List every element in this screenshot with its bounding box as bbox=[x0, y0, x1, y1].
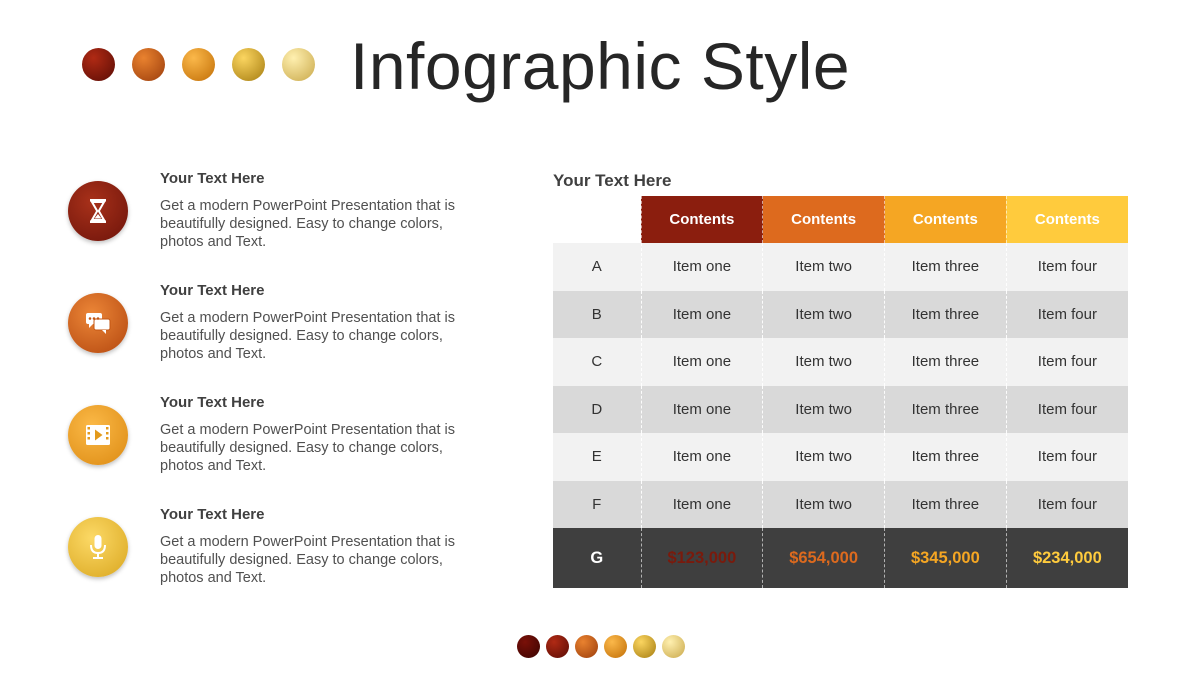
table-row: F Item one Item two Item three Item four bbox=[553, 480, 1128, 528]
table-cell: Item two bbox=[762, 243, 885, 291]
decor-dot-5 bbox=[633, 635, 656, 658]
feature-item: Your Text Here Get a modern PowerPoint P… bbox=[68, 282, 488, 382]
decor-dot-3 bbox=[182, 48, 215, 81]
feature-description: Get a modern PowerPoint Presentation tha… bbox=[160, 310, 455, 362]
row-label: C bbox=[553, 338, 641, 386]
table-cell: Item two bbox=[762, 385, 885, 433]
row-label: F bbox=[553, 480, 641, 528]
total-value: $234,000 bbox=[1005, 528, 1128, 588]
row-label: A bbox=[553, 243, 641, 291]
row-label: B bbox=[553, 290, 641, 338]
table-cell: Item three bbox=[884, 480, 1007, 528]
feature-description: Get a modern PowerPoint Presentation tha… bbox=[160, 198, 455, 250]
table-cell: Item four bbox=[1005, 338, 1128, 386]
decor-dot-1 bbox=[517, 635, 540, 658]
table-header-row: Contents Contents Contents Contents bbox=[553, 196, 1128, 243]
row-label: G bbox=[553, 528, 641, 588]
total-value: $345,000 bbox=[884, 528, 1007, 588]
table-cell: Item four bbox=[1005, 480, 1128, 528]
decor-dot-4 bbox=[232, 48, 265, 81]
bottom-dots bbox=[517, 635, 685, 658]
table-cell: Item four bbox=[1005, 433, 1128, 481]
table-cell: Item one bbox=[640, 480, 763, 528]
decor-dot-2 bbox=[132, 48, 165, 81]
table-cell: Item three bbox=[884, 290, 1007, 338]
decor-dot-6 bbox=[662, 635, 685, 658]
table-cell: Item one bbox=[640, 290, 763, 338]
table-row: A Item one Item two Item three Item four bbox=[553, 243, 1128, 291]
feature-item: Your Text Here Get a modern PowerPoint P… bbox=[68, 506, 488, 606]
table-cell: Item three bbox=[884, 433, 1007, 481]
chat-bubbles-icon bbox=[68, 293, 128, 353]
decor-dot-4 bbox=[604, 635, 627, 658]
table-cell: Item one bbox=[640, 243, 763, 291]
page-title: Infographic Style bbox=[350, 29, 851, 103]
table-cell: Item three bbox=[884, 243, 1007, 291]
table-cell: Item four bbox=[1005, 243, 1128, 291]
total-value: $654,000 bbox=[762, 528, 885, 588]
title-dots bbox=[82, 48, 315, 81]
column-header: Contents bbox=[640, 196, 763, 243]
table-cell: Item one bbox=[640, 385, 763, 433]
table-cell: Item three bbox=[884, 338, 1007, 386]
hourglass-icon bbox=[68, 181, 128, 241]
feature-heading: Your Text Here bbox=[160, 170, 265, 187]
data-table: Contents Contents Contents Contents A It… bbox=[553, 196, 1128, 588]
table-cell: Item one bbox=[640, 338, 763, 386]
table-title: Your Text Here bbox=[553, 171, 672, 190]
feature-heading: Your Text Here bbox=[160, 506, 265, 523]
decor-dot-5 bbox=[282, 48, 315, 81]
microphone-icon bbox=[68, 517, 128, 577]
feature-description: Get a modern PowerPoint Presentation tha… bbox=[160, 534, 455, 586]
column-header: Contents bbox=[762, 196, 885, 243]
feature-description: Get a modern PowerPoint Presentation tha… bbox=[160, 422, 455, 474]
table-row: B Item one Item two Item three Item four bbox=[553, 290, 1128, 338]
table-cell: Item two bbox=[762, 338, 885, 386]
row-label: D bbox=[553, 385, 641, 433]
decor-dot-3 bbox=[575, 635, 598, 658]
row-label: E bbox=[553, 433, 641, 481]
table-row: E Item one Item two Item three Item four bbox=[553, 433, 1128, 481]
table-cell: Item two bbox=[762, 290, 885, 338]
decor-dot-1 bbox=[82, 48, 115, 81]
feature-item: Your Text Here Get a modern PowerPoint P… bbox=[68, 170, 488, 270]
feature-heading: Your Text Here bbox=[160, 394, 265, 411]
table-cell: Item two bbox=[762, 433, 885, 481]
feature-item: Your Text Here Get a modern PowerPoint P… bbox=[68, 394, 488, 494]
table-cell: Item one bbox=[640, 433, 763, 481]
table-corner-cell bbox=[553, 196, 641, 243]
column-header: Contents bbox=[1005, 196, 1128, 243]
table-cell: Item four bbox=[1005, 385, 1128, 433]
table-row: C Item one Item two Item three Item four bbox=[553, 338, 1128, 386]
column-header: Contents bbox=[884, 196, 1007, 243]
video-play-icon bbox=[68, 405, 128, 465]
table-row: D Item one Item two Item three Item four bbox=[553, 385, 1128, 433]
decor-dot-2 bbox=[546, 635, 569, 658]
table-cell: Item two bbox=[762, 480, 885, 528]
table-cell: Item three bbox=[884, 385, 1007, 433]
total-value: $123,000 bbox=[640, 528, 763, 588]
table-total-row: G $123,000 $654,000 $345,000 $234,000 bbox=[553, 528, 1128, 588]
table-cell: Item four bbox=[1005, 290, 1128, 338]
feature-heading: Your Text Here bbox=[160, 282, 265, 299]
